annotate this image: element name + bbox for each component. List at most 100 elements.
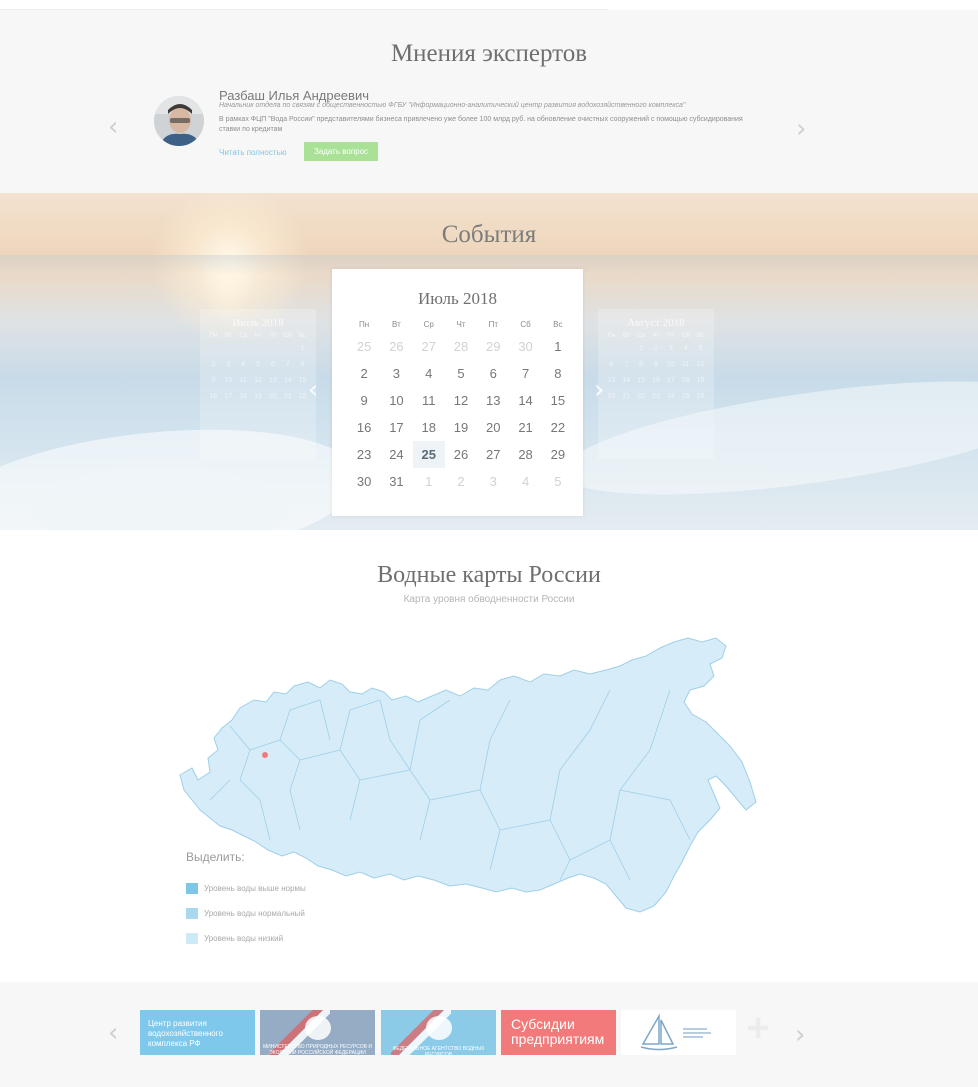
calendar-day[interactable]: 12 bbox=[445, 387, 477, 414]
calendar-day[interactable]: 2 bbox=[445, 468, 477, 495]
calendar-day bbox=[619, 341, 634, 357]
calendar-day[interactable]: 4 bbox=[413, 360, 445, 387]
calendar-day[interactable]: 25 bbox=[348, 333, 380, 360]
calendar-day: 8 bbox=[639, 361, 644, 368]
top-strip bbox=[0, 0, 978, 10]
read-more-link[interactable]: Читать полностью bbox=[219, 148, 287, 157]
calendar-day: 4 bbox=[241, 361, 246, 368]
calendar-day[interactable]: 31 bbox=[380, 468, 412, 495]
calendar-day[interactable]: 27 bbox=[477, 441, 509, 468]
weekday-label: Чт bbox=[254, 333, 262, 339]
partners-prev-arrow[interactable]: ‹ bbox=[108, 1020, 118, 1046]
calendar-day[interactable]: 13 bbox=[477, 387, 509, 414]
partner-subsidies[interactable]: Субсидии предприятиям bbox=[501, 1010, 616, 1055]
expert-role: Начальник отдела по связям с общественно… bbox=[219, 102, 686, 109]
calendar-day[interactable]: 23 bbox=[348, 441, 380, 468]
calendar-day[interactable]: 5 bbox=[542, 468, 574, 495]
weekday-label: Сб bbox=[520, 320, 531, 329]
ask-question-button[interactable]: Задать вопрос bbox=[304, 142, 378, 161]
calendar-day: 18 bbox=[681, 377, 690, 384]
calendar-day[interactable]: 18 bbox=[413, 414, 445, 441]
calendar-day[interactable]: 8 bbox=[542, 360, 574, 387]
partner-ministry-natural-resources[interactable]: МИНИСТЕРСТВО ПРИРОДНЫХ РЕСУРСОВ И ЭКОЛОГ… bbox=[260, 1010, 375, 1055]
calendar-day: 1 bbox=[300, 345, 305, 352]
calendar-day[interactable]: 26 bbox=[445, 441, 477, 468]
calendar-day: 13 bbox=[607, 377, 616, 384]
calendar-day: 6 bbox=[609, 361, 614, 368]
partner-water-center[interactable]: Центр развития водохозяйственного компле… bbox=[140, 1010, 255, 1055]
experts-next-arrow[interactable]: › bbox=[796, 116, 806, 142]
calendar-day[interactable]: 29 bbox=[542, 441, 574, 468]
calendar-day: 18 bbox=[239, 393, 248, 400]
calendar-day: 3 bbox=[668, 345, 673, 352]
experts-prev-arrow[interactable]: ‹ bbox=[108, 114, 118, 140]
calendar-day-today[interactable]: 25 bbox=[412, 441, 445, 468]
calendar-day[interactable]: 10 bbox=[380, 387, 412, 414]
weekday-label: Вс bbox=[299, 333, 307, 339]
partner-add-icon[interactable]: + bbox=[742, 1008, 774, 1048]
next-month-grid: Пн Вт Ср Чт Пт Сб Вс 1 2 3 4 5 6 7 8 9 10 11 12 13 14 15 16 17 1… bbox=[604, 331, 708, 405]
calendar-day[interactable]: 21 bbox=[509, 414, 541, 441]
calendar-day[interactable]: 14 bbox=[509, 387, 541, 414]
calendar-prev-arrow[interactable]: ‹ bbox=[308, 377, 318, 403]
calendar-day[interactable]: 5 bbox=[445, 360, 477, 387]
calendar-day[interactable]: 6 bbox=[477, 360, 509, 387]
maps-subtitle: Карта уровня обводненности России bbox=[403, 594, 575, 605]
calendar-day[interactable]: 17 bbox=[380, 414, 412, 441]
calendar-day: 14 bbox=[283, 377, 292, 384]
calendar-day[interactable]: 29 bbox=[477, 333, 509, 360]
calendar-day[interactable]: 3 bbox=[380, 360, 412, 387]
calendar-day[interactable]: 22 bbox=[542, 414, 574, 441]
calendar-day: 10 bbox=[224, 377, 233, 384]
calendar-day bbox=[604, 341, 619, 357]
calendar-day[interactable]: 2 bbox=[348, 360, 380, 387]
calendar-day: 8 bbox=[300, 361, 305, 368]
events-calendar: Июль 2018 Пн Вт Ср Чт Пт Сб Вс 25 26 27 28 29 30 1 2 3 4… bbox=[332, 269, 583, 516]
partner-water-agency[interactable]: ФЕДЕРАЛЬНОЕ АГЕНТСТВО ВОДНЫХ РЕСУРСОВ bbox=[381, 1010, 496, 1055]
calendar-day: 7 bbox=[624, 361, 629, 368]
calendar-day[interactable]: 28 bbox=[509, 441, 541, 468]
calendar-day: 20 bbox=[607, 393, 616, 400]
calendar-day[interactable]: 24 bbox=[380, 441, 412, 468]
legend-label: Уровень воды выше нормы bbox=[204, 884, 306, 893]
calendar-day[interactable]: 26 bbox=[380, 333, 412, 360]
legend-item-high[interactable]: Уровень воды выше нормы bbox=[186, 876, 306, 901]
calendar-day[interactable]: 30 bbox=[348, 468, 380, 495]
expert-quote: В рамках ФЦП "Вода России" представителя… bbox=[219, 116, 743, 133]
calendar-day: 11 bbox=[239, 377, 247, 384]
map-location-marker[interactable] bbox=[262, 752, 268, 758]
calendar-day[interactable]: 11 bbox=[413, 387, 445, 414]
calendar-day[interactable]: 27 bbox=[413, 333, 445, 360]
calendar-day: 23 bbox=[652, 393, 660, 400]
legend-item-normal[interactable]: Уровень воды нормальный bbox=[186, 901, 306, 926]
partners-next-arrow[interactable]: › bbox=[795, 1022, 805, 1048]
expert-avatar bbox=[154, 96, 204, 146]
calendar-day[interactable]: 9 bbox=[348, 387, 380, 414]
calendar-day bbox=[280, 341, 295, 357]
calendar-next-arrow[interactable]: › bbox=[594, 377, 604, 403]
calendar-day[interactable]: 19 bbox=[445, 414, 477, 441]
calendar-day: 10 bbox=[666, 361, 675, 368]
calendar-day[interactable]: 4 bbox=[509, 468, 541, 495]
weekday-label: Пн bbox=[359, 320, 370, 329]
calendar-day: 7 bbox=[285, 361, 290, 368]
calendar-day[interactable]: 16 bbox=[348, 414, 380, 441]
calendar-day: 15 bbox=[637, 377, 646, 384]
calendar-day[interactable]: 20 bbox=[477, 414, 509, 441]
calendar-day[interactable]: 7 bbox=[509, 360, 541, 387]
experts-section: Мнения экспертов ‹ › Разбаш Илья Андреев… bbox=[0, 10, 978, 193]
calendar-day[interactable]: 1 bbox=[542, 333, 574, 360]
maps-title: Водные карты России bbox=[377, 562, 601, 588]
prev-month-calendar[interactable]: Июль 2018 Пн Вт Ср Чт Пт Сб Вс 1 2 3 4 5 6 7 8 9 10 11 12 1… bbox=[200, 309, 316, 459]
calendar-day[interactable]: 28 bbox=[445, 333, 477, 360]
partner-sailing-logo[interactable] bbox=[621, 1010, 736, 1055]
calendar-day[interactable]: 1 bbox=[413, 468, 445, 495]
calendar-day[interactable]: 3 bbox=[477, 468, 509, 495]
calendar-day: 21 bbox=[283, 393, 292, 400]
weekday-label: Пн bbox=[607, 333, 616, 339]
calendar-day[interactable]: 30 bbox=[509, 333, 541, 360]
legend-item-low[interactable]: Уровень воды низкий bbox=[186, 926, 306, 951]
weekday-label: Вт bbox=[622, 333, 630, 339]
next-month-calendar[interactable]: Август 2018 Пн Вт Ср Чт Пт Сб Вс 1 2 3 4 5 6 7 8 9 10 11 1… bbox=[598, 309, 714, 459]
calendar-day[interactable]: 15 bbox=[542, 387, 574, 414]
